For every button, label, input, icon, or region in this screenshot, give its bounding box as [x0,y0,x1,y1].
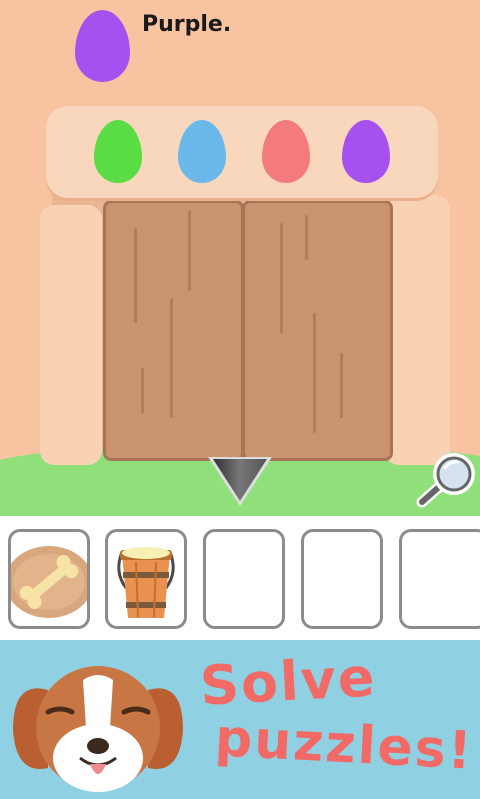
promo-line-1: Solve [198,645,378,718]
game-scene: Purple. [0,0,480,516]
dog-face-icon [13,666,183,792]
wood-grain [134,228,137,323]
wood-grain [170,298,173,418]
wooden-bucket-icon [117,547,175,618]
inventory-slot-5[interactable] [399,529,480,629]
magnifier-icon[interactable] [412,450,478,512]
wood-grain [305,215,308,260]
right-pillar [385,195,450,465]
wood-grain [280,223,283,333]
wood-grain [188,211,191,291]
right-door[interactable] [242,200,393,461]
wood-grain [313,313,316,433]
wood-grain [340,353,343,418]
hint-text: Purple. [142,12,232,37]
down-arrow-icon[interactable] [205,454,275,509]
left-door[interactable] [103,200,244,461]
left-pillar [40,205,102,465]
inventory-slot-4[interactable] [301,529,383,629]
bone-on-plate-icon [11,546,87,618]
inventory-slot-2[interactable] [105,529,187,629]
inventory-slot-1[interactable] [8,529,90,629]
hint-egg-icon [75,10,130,82]
inventory-slot-3[interactable] [203,529,285,629]
wood-grain [141,368,144,413]
